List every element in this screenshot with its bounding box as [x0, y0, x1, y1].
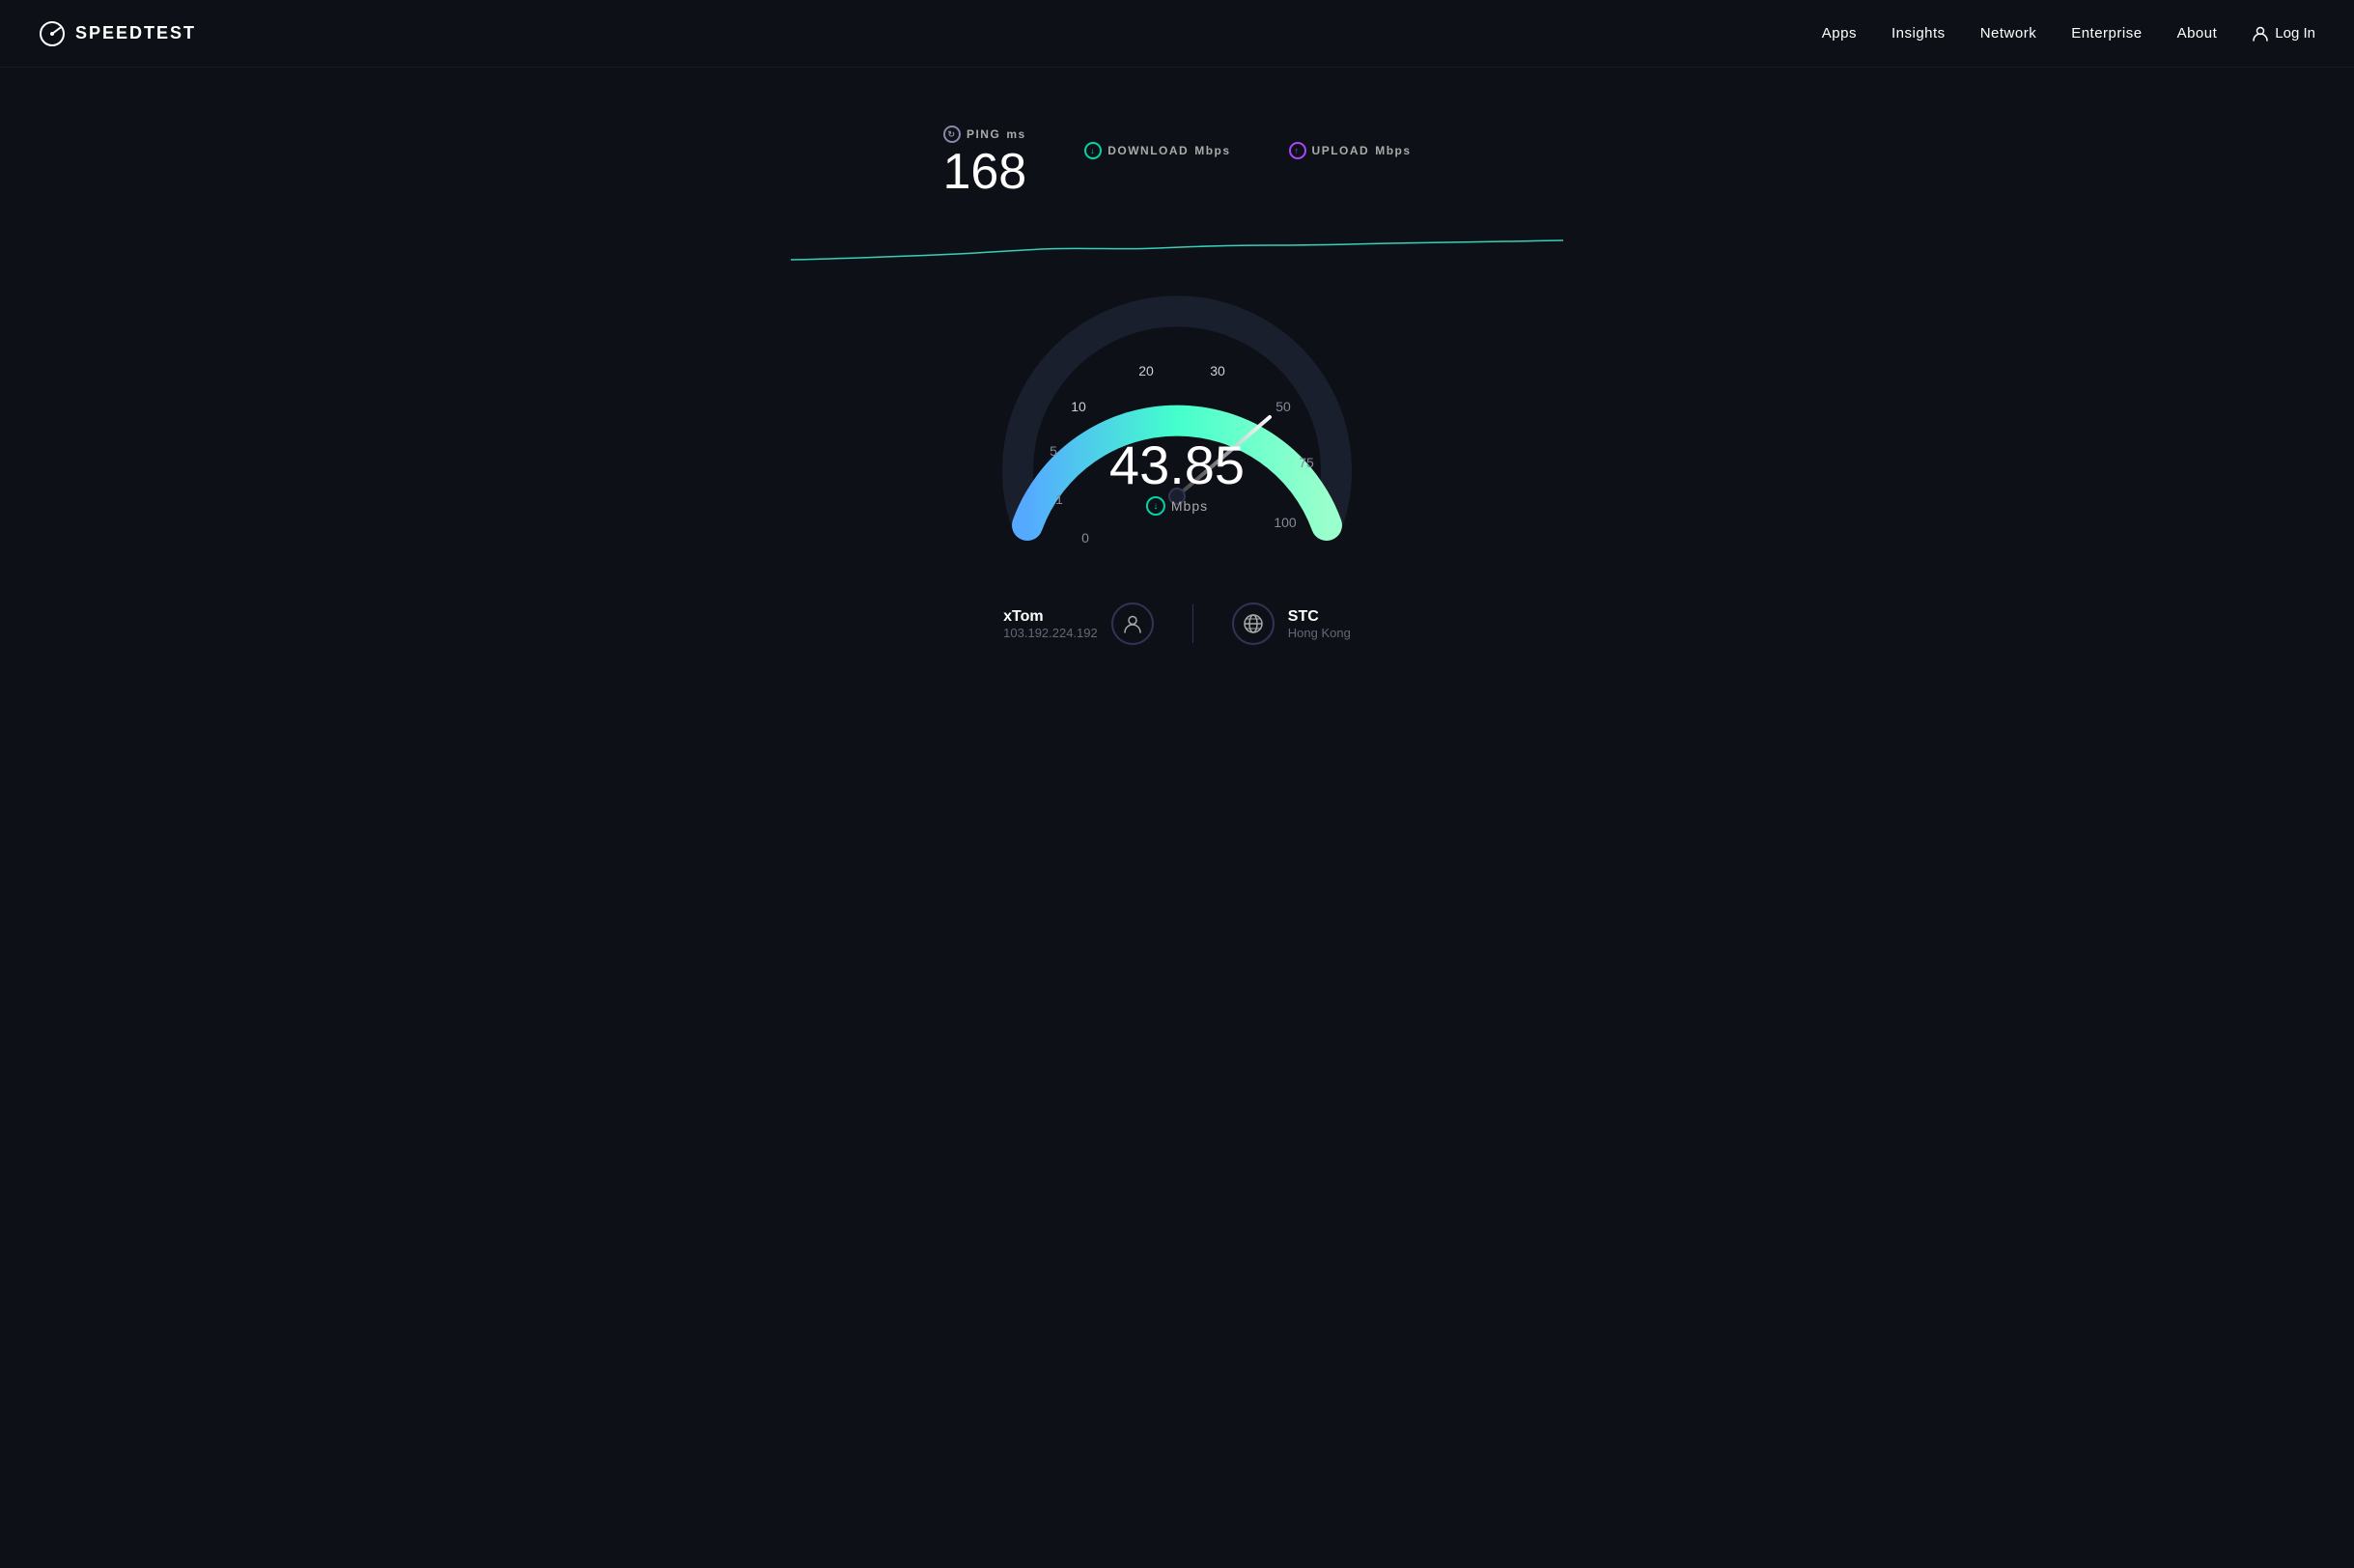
main-content: ↻ PING ms 168 ↓ DOWNLOAD Mbps ↑ UPLOAD M…: [0, 68, 2354, 645]
ping-icon: ↻: [943, 126, 961, 143]
speedometer: 0 1 5 10 20 30 50 75 100 43.85: [974, 265, 1380, 574]
nav-link-enterprise[interactable]: Enterprise: [2071, 25, 2142, 42]
isp-info: STC Hong Kong: [1232, 602, 1351, 645]
info-divider: [1192, 604, 1193, 643]
tick-0: 0: [1081, 530, 1089, 546]
isp-name: STC: [1288, 608, 1351, 626]
stats-row: ↻ PING ms 168 ↓ DOWNLOAD Mbps ↑ UPLOAD M…: [942, 126, 1411, 197]
nav-link-insights[interactable]: Insights: [1892, 25, 1946, 42]
download-value: [1155, 163, 1160, 181]
isp-location: Hong Kong: [1288, 626, 1351, 640]
navbar: SPEEDTEST Apps Insights Network Enterpri…: [0, 0, 2354, 68]
nav-link-network[interactable]: Network: [1980, 25, 2037, 42]
globe-icon: [1232, 602, 1275, 645]
isp-text: STC Hong Kong: [1288, 608, 1351, 640]
tick-1: 1: [1055, 491, 1063, 507]
login-label: Log In: [2275, 25, 2315, 42]
upload-value: [1348, 163, 1353, 181]
tick-75: 75: [1299, 455, 1314, 470]
speed-value: 43.85: [1109, 438, 1245, 492]
speedtest-logo-icon: [39, 20, 66, 47]
upload-icon: ↑: [1289, 142, 1306, 159]
download-badge-icon: ↓: [1146, 496, 1165, 516]
tick-30: 30: [1210, 363, 1225, 378]
download-icon: ↓: [1084, 142, 1102, 159]
upload-stat: ↑ UPLOAD Mbps: [1289, 142, 1412, 181]
tick-5: 5: [1050, 443, 1057, 459]
speed-display: 43.85 ↓ Mbps: [1109, 438, 1245, 516]
host-ip: 103.192.224.192: [1003, 626, 1098, 640]
tick-20: 20: [1138, 363, 1154, 378]
info-row: xTom 103.192.224.192: [1003, 602, 1351, 645]
host-text: xTom 103.192.224.192: [1003, 608, 1098, 640]
download-stat: ↓ DOWNLOAD Mbps: [1084, 142, 1230, 181]
tick-50: 50: [1275, 399, 1291, 414]
nav-links: Apps Insights Network Enterprise About L…: [1822, 25, 2315, 42]
ping-label: ↻ PING ms: [943, 126, 1026, 143]
host-info: xTom 103.192.224.192: [1003, 602, 1154, 645]
download-label: ↓ DOWNLOAD Mbps: [1084, 142, 1230, 159]
nav-link-apps[interactable]: Apps: [1822, 25, 1857, 42]
logo-text: SPEEDTEST: [75, 23, 196, 43]
user-icon: [2252, 25, 2269, 42]
nav-link-about[interactable]: About: [2177, 25, 2218, 42]
tick-100: 100: [1274, 515, 1297, 530]
upload-label: ↑ UPLOAD Mbps: [1289, 142, 1412, 159]
login-button[interactable]: Log In: [2252, 25, 2315, 42]
ping-stat: ↻ PING ms 168: [942, 126, 1026, 197]
ping-value: 168: [942, 147, 1026, 197]
host-name: xTom: [1003, 608, 1098, 626]
speed-unit: Mbps: [1171, 498, 1208, 514]
speed-unit-row: ↓ Mbps: [1109, 496, 1245, 516]
user-profile-icon: [1111, 602, 1154, 645]
logo[interactable]: SPEEDTEST: [39, 20, 196, 47]
speedometer-svg: 0 1 5 10 20 30 50 75 100: [974, 265, 1380, 574]
tick-10: 10: [1071, 399, 1086, 414]
